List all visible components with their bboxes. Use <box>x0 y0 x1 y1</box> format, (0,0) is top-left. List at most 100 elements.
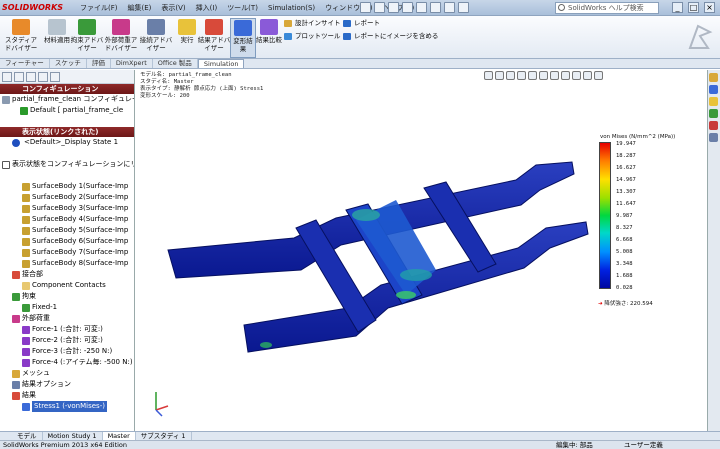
new-icon[interactable] <box>360 2 371 13</box>
search-icon <box>558 4 565 11</box>
solidworks-logo: SOLIDWORKS <box>2 3 64 12</box>
bottom-tabs: モデル Motion Study 1 Master サブスタディ 1 <box>0 431 720 440</box>
study-advisor-button[interactable]: スタディアドバイザー <box>2 18 40 58</box>
component-contacts-item[interactable]: Component Contacts <box>0 280 134 291</box>
config-header: コンフィギュレーション <box>0 84 134 94</box>
tab-simulation[interactable]: Simulation <box>197 59 245 68</box>
status-units[interactable]: ユーザー定義 <box>624 441 663 449</box>
design-insight-button[interactable]: 設計インサイト <box>284 19 341 28</box>
tab-office[interactable]: Office 製品 <box>153 59 198 68</box>
property-icon[interactable] <box>14 72 24 82</box>
appearances-icon[interactable] <box>709 121 718 130</box>
list-item[interactable]: SurfaceBody 2(Surface-Imp <box>0 192 134 203</box>
custom-props-icon[interactable] <box>709 133 718 142</box>
tab-dimxpert[interactable]: DimXpert <box>111 59 153 68</box>
deformed-result-button[interactable]: 変形結果 <box>230 18 256 58</box>
list-item[interactable]: Force-3 (:合計: -250 N:) <box>0 346 134 357</box>
menu-simulation[interactable]: Simulation(S) <box>264 1 319 15</box>
tab-features[interactable]: フィーチャー <box>0 59 50 68</box>
result-options-item[interactable]: 結果オプション <box>0 379 134 390</box>
loads-item[interactable]: 外部荷重 <box>0 313 134 324</box>
study-icon <box>12 19 30 35</box>
title-bar: SOLIDWORKS ファイル(F) 編集(E) 表示(V) 挿入(I) ツール… <box>0 0 720 16</box>
fixtures-advisor-button[interactable]: 拘束アドバイザー <box>68 18 106 58</box>
save-icon[interactable] <box>388 2 399 13</box>
insight-icon <box>284 20 292 27</box>
resources-icon[interactable] <box>709 73 718 82</box>
fixtures-item[interactable]: 拘束 <box>0 291 134 302</box>
status-edition: SolidWorks Premium 2013 x64 Edition <box>3 441 128 449</box>
tab-evaluate[interactable]: 評価 <box>87 59 111 68</box>
display-header: 表示状態(リンクされた) <box>0 127 134 137</box>
stress-result-item[interactable]: Stress1 (-vonMises-) <box>0 401 134 412</box>
tab-motion-study[interactable]: Motion Study 1 <box>43 432 103 440</box>
color-scale <box>599 142 611 289</box>
tab-substudy[interactable]: サブスタディ 1 <box>136 432 192 440</box>
ds-logo <box>688 24 713 49</box>
results-icon <box>205 19 223 35</box>
design-library-icon[interactable] <box>709 85 718 94</box>
rebuild-icon[interactable] <box>444 2 455 13</box>
quick-access-toolbar <box>360 2 469 13</box>
config-root[interactable]: partial_frame_clean コンフィギュレーション <box>0 94 134 105</box>
image-report-icon <box>343 33 351 40</box>
link-display-checkbox[interactable]: 表示状態をコンフィギュレーションにリンク <box>0 159 134 170</box>
undo-icon[interactable] <box>416 2 427 13</box>
panel-toolbar <box>0 70 134 84</box>
tab-model[interactable]: モデル <box>12 432 43 440</box>
tab-master[interactable]: Master <box>102 432 136 440</box>
external-loads-advisor-button[interactable]: 外部荷重アドバイザー <box>102 18 140 58</box>
joints-item[interactable]: 接合部 <box>0 269 134 280</box>
menu-file[interactable]: ファイル(F) <box>76 1 122 15</box>
legend-title: von Mises (N/mm^2 (MPa)) <box>600 134 676 140</box>
file-explorer-icon[interactable] <box>709 97 718 106</box>
yield-strength: ➜ 降伏強さ: 220.594 <box>598 301 653 307</box>
tab-sketch[interactable]: スケッチ <box>50 59 87 68</box>
menu-edit[interactable]: 編集(E) <box>124 1 156 15</box>
results-item[interactable]: 結果 <box>0 390 134 401</box>
display-icon[interactable] <box>50 72 60 82</box>
minimize-button[interactable]: _ <box>672 2 683 13</box>
open-icon[interactable] <box>374 2 385 13</box>
config-default[interactable]: Default [ partial_frame_cle <box>0 105 134 116</box>
feature-manager-panel: コンフィギュレーション partial_frame_clean コンフィギュレー… <box>0 70 135 431</box>
graphics-area[interactable]: モデル名: partial_frame_clean スタディ名: Master 表示… <box>136 70 706 431</box>
list-item[interactable]: SurfaceBody 1(Surface-Imp <box>0 181 134 192</box>
feature-tree-icon[interactable] <box>2 72 12 82</box>
list-item[interactable]: SurfaceBody 8(Surface-Imp <box>0 258 134 269</box>
list-item[interactable]: SurfaceBody 4(Surface-Imp <box>0 214 134 225</box>
run-icon <box>178 19 196 35</box>
status-bar: SolidWorks Premium 2013 x64 Edition 編集中:… <box>0 440 720 449</box>
close-button[interactable]: × <box>704 2 715 13</box>
list-item[interactable]: SurfaceBody 5(Surface-Imp <box>0 225 134 236</box>
triad-icon <box>155 392 169 417</box>
results-advisor-button[interactable]: 結果アドバイザー <box>195 18 233 58</box>
print-icon[interactable] <box>402 2 413 13</box>
view-palette-icon[interactable] <box>709 109 718 118</box>
mesh-item[interactable]: メッシュ <box>0 368 134 379</box>
dimxpert-icon[interactable] <box>38 72 48 82</box>
report-button[interactable]: レポート <box>343 19 380 28</box>
menu-tools[interactable]: ツール(T) <box>223 1 262 15</box>
report-icon <box>343 20 351 27</box>
help-search-input[interactable]: SolidWorks ヘルプ検索 <box>555 2 659 14</box>
menu-insert[interactable]: 挿入(I) <box>192 1 222 15</box>
menu-view[interactable]: 表示(V) <box>157 1 189 15</box>
list-item[interactable]: SurfaceBody 7(Surface-Imp <box>0 247 134 258</box>
maximize-button[interactable]: □ <box>688 2 699 13</box>
compare-icon <box>260 19 278 35</box>
config-icon[interactable] <box>26 72 36 82</box>
list-item[interactable]: SurfaceBody 6(Surface-Imp <box>0 236 134 247</box>
plot-tools-button[interactable]: プロットツール <box>284 32 341 41</box>
list-item[interactable]: Force-2 (:合計: 可変:) <box>0 335 134 346</box>
list-item[interactable]: Force-1 (:合計: 可変:) <box>0 324 134 335</box>
options-icon[interactable] <box>458 2 469 13</box>
compare-results-button[interactable]: 結果比較 <box>256 18 282 58</box>
list-item[interactable]: SurfaceBody 3(Surface-Imp <box>0 203 134 214</box>
select-icon[interactable] <box>430 2 441 13</box>
display-state[interactable]: <Default>_Display State 1 <box>0 137 134 148</box>
include-image-button[interactable]: レポートにイメージを含める <box>343 32 438 41</box>
list-item[interactable]: Force-4 (:アイテム毎: -500 N:) <box>0 357 134 368</box>
material-icon <box>48 19 66 35</box>
fixed-item[interactable]: Fixed-1 <box>0 302 134 313</box>
